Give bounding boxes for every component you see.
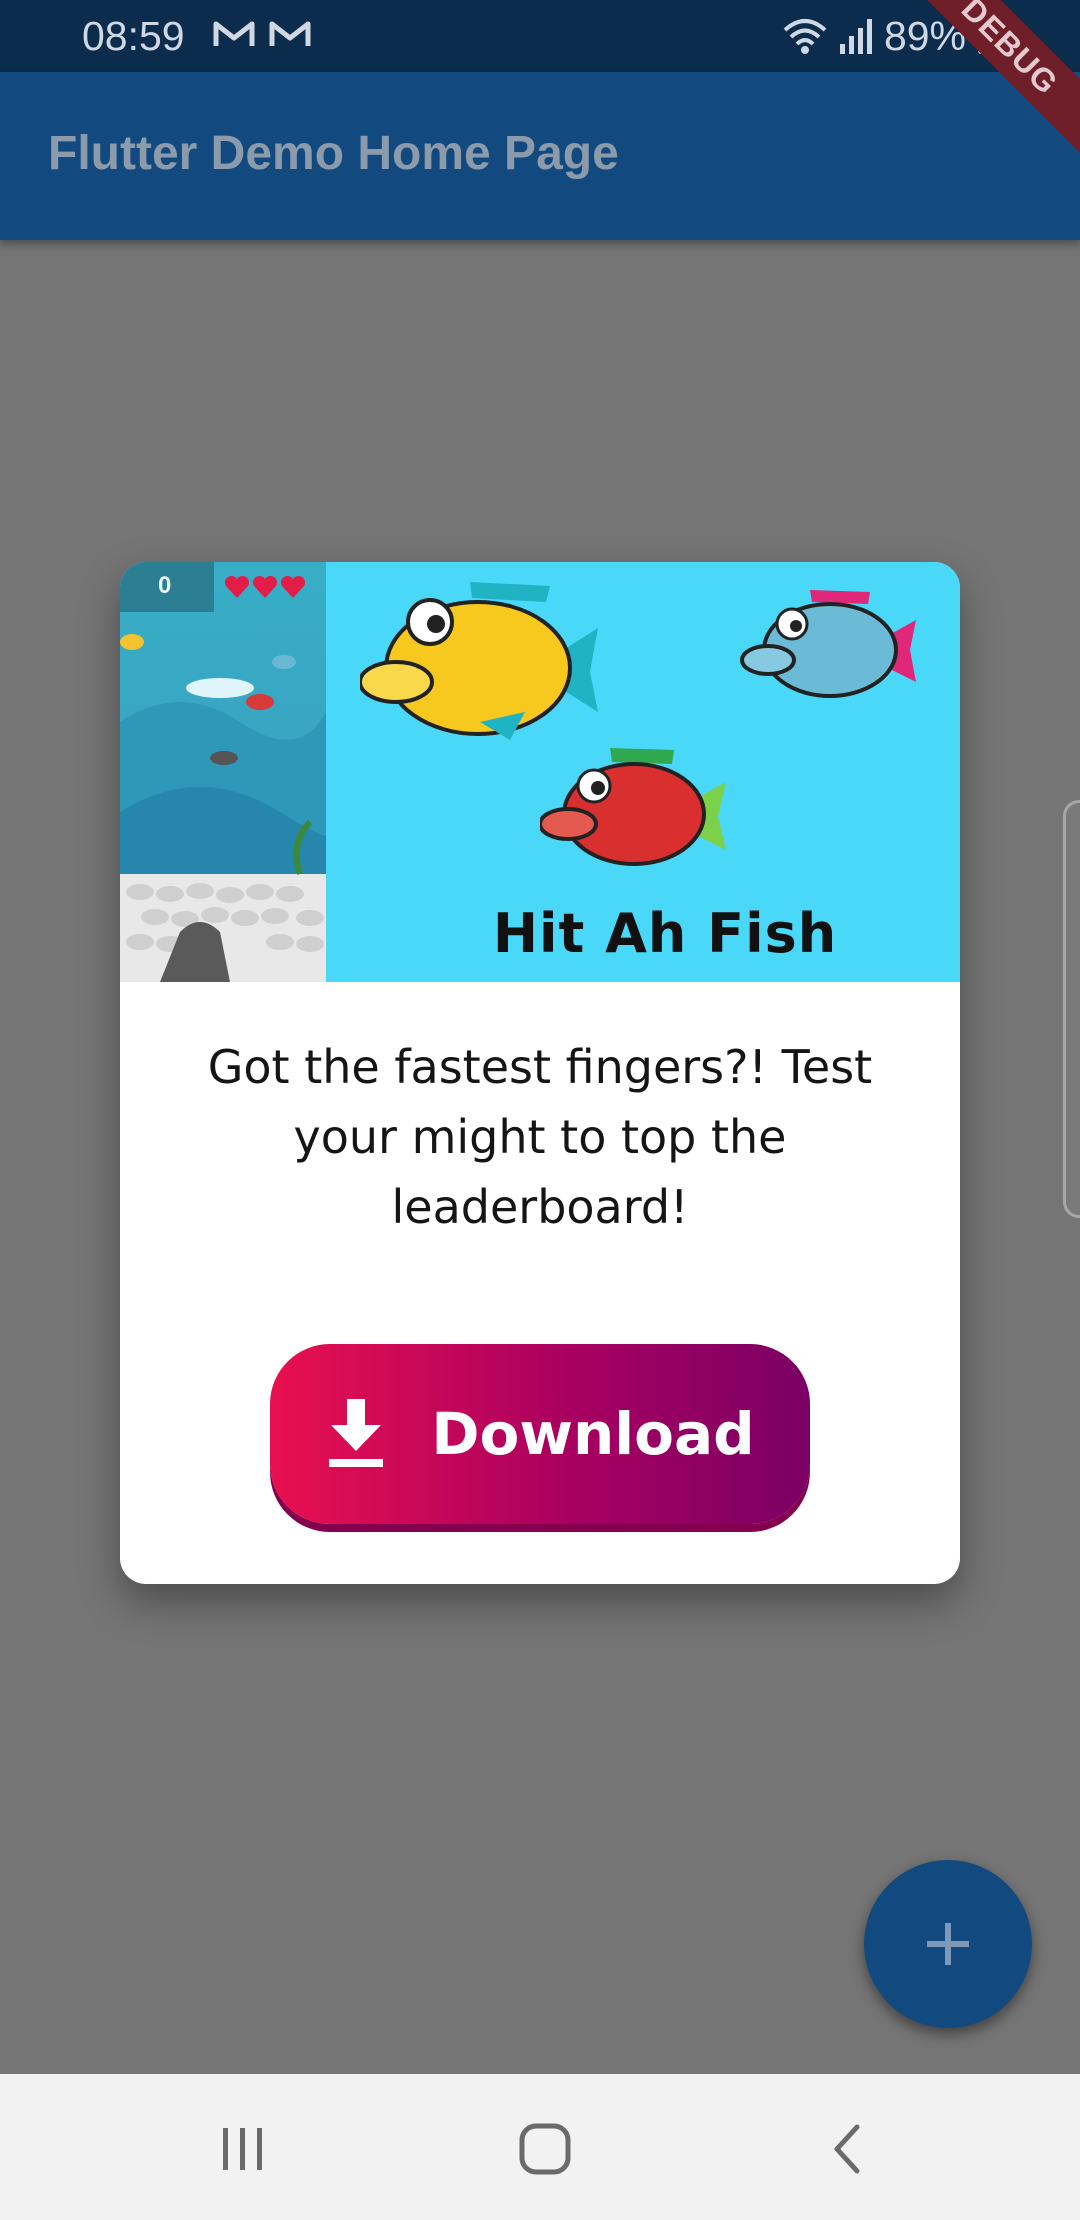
- plus-icon: [927, 1923, 969, 1965]
- game-banner-image: 0 Hit Ah Fish: [120, 562, 960, 982]
- banner-title: Hit Ah Fish: [492, 902, 838, 965]
- game-screenshot: 0: [120, 562, 326, 982]
- download-button[interactable]: Download: [270, 1344, 810, 1524]
- add-fab[interactable]: [864, 1860, 1032, 2028]
- download-icon: [329, 1399, 384, 1467]
- system-nav-bar: [0, 2074, 1080, 2220]
- edge-panel-handle[interactable]: [1063, 800, 1080, 1218]
- gmail-icon: [269, 21, 311, 46]
- game-scene-art: [120, 634, 326, 982]
- gmail-icon: [213, 21, 255, 46]
- home-icon: [519, 2123, 571, 2175]
- wifi-icon: [783, 19, 827, 54]
- download-button-label: Download: [431, 1400, 755, 1468]
- page-title: Flutter Demo Home Page: [48, 127, 619, 180]
- status-bar: 08:59 89%: [0, 0, 1080, 72]
- status-time: 08:59: [82, 13, 185, 59]
- recent-apps-button[interactable]: [198, 2104, 288, 2194]
- blue-fish-image: [740, 590, 916, 698]
- home-button[interactable]: [500, 2104, 590, 2194]
- yellow-fish-image: [360, 582, 598, 740]
- recent-apps-icon: [223, 2128, 262, 2170]
- game-hud-score: 0: [158, 572, 172, 599]
- hearts-icon: [224, 575, 306, 598]
- promo-dialog: 0 Hit Ah Fish Got the fastest fingers?! …: [120, 562, 960, 1584]
- back-icon: [834, 2124, 860, 2174]
- app-bar: Flutter Demo Home Page: [0, 72, 1080, 240]
- promo-message: Got the fastest fingers?! Test your migh…: [207, 1040, 873, 1234]
- game-hud-panel: 0: [120, 562, 214, 612]
- back-button[interactable]: [802, 2104, 892, 2194]
- red-fish-image: [540, 748, 726, 866]
- signal-icon: [839, 19, 872, 54]
